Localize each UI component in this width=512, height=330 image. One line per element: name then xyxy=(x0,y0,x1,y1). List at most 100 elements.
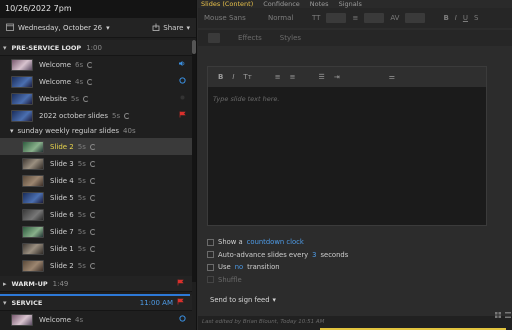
send-feed-label: Send to sign feed xyxy=(210,296,270,304)
styles-button[interactable]: Styles xyxy=(280,34,301,42)
slide-thumbnail xyxy=(11,92,33,105)
transition-link[interactable]: no xyxy=(235,263,243,271)
font-size-icon[interactable]: TT xyxy=(312,14,320,22)
chevron-down-icon[interactable]: ▾ xyxy=(3,44,7,52)
slide-text-editor[interactable]: B I Tт ≡ ≡ ☰ ⇥ ⚌ Type slide text here. xyxy=(207,66,487,226)
seconds-value[interactable]: 3 xyxy=(312,251,316,259)
slide-group-header[interactable]: ▾ sunday weekly regular slides 40s xyxy=(0,124,192,138)
countdown-option[interactable]: Show a countdown clock xyxy=(207,236,348,249)
chevron-down-icon[interactable]: ▾ xyxy=(3,299,7,307)
strikethrough-icon[interactable]: S xyxy=(474,14,478,22)
calendar-icon xyxy=(6,23,14,33)
effects-button[interactable]: Effects xyxy=(238,34,262,42)
date-label: Wednesday, October 26 xyxy=(18,23,103,32)
slide-thumbnail xyxy=(22,191,44,204)
loading-icon xyxy=(89,160,96,167)
list-item[interactable]: Slide 3 5s xyxy=(0,155,192,172)
date-row: Wednesday, October 26 ▾ Share ▾ xyxy=(0,18,196,38)
list-item[interactable]: Slide 2 5s xyxy=(0,257,192,274)
item-duration: 5s xyxy=(77,142,86,151)
letter-spacing-icon[interactable]: AV xyxy=(390,14,399,22)
list-item[interactable]: Slide 6 5s xyxy=(0,206,192,223)
item-label: Welcome xyxy=(39,77,72,86)
list-item[interactable]: Welcome 4s xyxy=(0,311,192,328)
scrollbar[interactable] xyxy=(192,40,196,282)
shuffle-option[interactable]: Shuffle xyxy=(207,274,348,287)
list-item[interactable]: Slide 5 5s xyxy=(0,189,192,206)
editor-toolbar: B I Tт ≡ ≡ ☰ ⇥ ⚌ xyxy=(208,67,486,87)
item-label: Slide 2 xyxy=(50,142,74,151)
bold-icon[interactable]: B xyxy=(218,73,223,81)
section-name: SERVICE xyxy=(11,298,43,307)
tab-notes[interactable]: Notes xyxy=(310,0,329,8)
tab-confidence[interactable]: Confidence xyxy=(263,0,300,8)
list-item-selected[interactable]: Slide 2 5s xyxy=(0,138,192,155)
option-text: Show a xyxy=(218,238,243,247)
list-item[interactable]: Slide 1 5s xyxy=(0,240,192,257)
item-label: Slide 4 xyxy=(50,176,74,185)
tab-slides-content[interactable]: Slides (Content) xyxy=(201,0,253,8)
slide-thumbnail xyxy=(22,225,44,238)
list-item[interactable]: Slide 7 5s xyxy=(0,223,192,240)
auto-advance-option[interactable]: Auto-advance slides every 3 seconds xyxy=(207,249,348,262)
align-left-icon[interactable]: ≡ xyxy=(275,73,281,81)
grid-icon[interactable] xyxy=(495,312,501,320)
format-toolbar: Mouse Sans Normal TT ≡ AV B I U S xyxy=(198,8,512,28)
tab-signals[interactable]: Signals xyxy=(339,0,362,8)
tab-bar: Slides (Content) Confidence Notes Signal… xyxy=(198,0,512,8)
section-header-pre-service[interactable]: ▾ PRE-SERVICE LOOP 1:00 xyxy=(0,40,192,56)
list-item[interactable]: Website 5s xyxy=(0,90,192,107)
slide-thumbnail xyxy=(11,109,33,122)
list-item[interactable]: Welcome 4s xyxy=(0,73,192,90)
item-duration: 5s xyxy=(77,244,86,253)
line-height-input[interactable] xyxy=(364,13,385,23)
chevron-right-icon[interactable]: ▸ xyxy=(3,280,7,288)
section-header-warm-up[interactable]: ▸ WARM-UP 1:49 xyxy=(0,276,192,292)
font-weight-select[interactable]: Normal xyxy=(268,14,306,22)
loading-icon xyxy=(89,143,96,150)
countdown-link[interactable]: countdown clock xyxy=(247,238,304,246)
circle-icon xyxy=(179,315,186,322)
line-height-icon[interactable]: ≡ xyxy=(352,14,358,22)
align-center-icon[interactable]: ≡ xyxy=(290,73,296,81)
italic-icon[interactable]: I xyxy=(232,73,234,81)
indent-icon[interactable]: ⇥ xyxy=(334,73,340,81)
slide-thumbnail xyxy=(22,259,44,272)
letter-spacing-input[interactable] xyxy=(405,13,426,23)
italic-icon[interactable]: I xyxy=(455,14,457,22)
chevron-down-icon[interactable]: ▾ xyxy=(10,127,14,135)
list-icon[interactable]: ☰ xyxy=(319,73,325,81)
checkbox[interactable] xyxy=(207,276,214,284)
scrollbar-thumb[interactable] xyxy=(192,40,196,54)
list-item[interactable]: 2022 october slides 5s xyxy=(0,107,192,124)
list-item[interactable]: Slide 4 5s xyxy=(0,172,192,189)
font-family-select[interactable]: Mouse Sans xyxy=(204,14,262,22)
checkbox[interactable] xyxy=(207,251,214,259)
send-to-sign-feed-button[interactable]: Send to sign feed ▾ xyxy=(210,296,276,304)
date-selector[interactable]: Wednesday, October 26 ▾ xyxy=(6,23,110,33)
checkbox[interactable] xyxy=(207,238,214,246)
live-indicator-line xyxy=(0,294,190,296)
item-duration: 5s xyxy=(77,176,86,185)
settings-sliders-icon[interactable]: ⚌ xyxy=(389,73,395,81)
underline-icon[interactable]: U xyxy=(463,14,468,22)
loading-icon xyxy=(89,262,96,269)
bold-icon[interactable]: B xyxy=(443,14,448,22)
text-size-icon[interactable]: Tт xyxy=(243,73,251,81)
share-button[interactable]: Share ▾ xyxy=(152,23,190,33)
list-view-icon[interactable] xyxy=(505,312,511,320)
speaker-icon xyxy=(179,60,186,67)
item-label: Welcome xyxy=(39,60,72,69)
transition-option[interactable]: Use no transition xyxy=(207,261,348,274)
checkbox[interactable] xyxy=(207,263,214,271)
editor-pane: Slides (Content) Confidence Notes Signal… xyxy=(198,0,512,330)
color-swatch[interactable] xyxy=(208,33,220,43)
chevron-down-icon: ▾ xyxy=(186,23,190,32)
item-label: Slide 5 xyxy=(50,193,74,202)
loading-icon xyxy=(89,177,96,184)
section-header-service[interactable]: ▾ SERVICE 11:00 AM xyxy=(0,295,192,311)
section-duration: 1:00 xyxy=(86,43,102,52)
font-size-input[interactable] xyxy=(326,13,347,23)
group-duration: 40s xyxy=(123,127,136,135)
list-item[interactable]: Welcome 6s xyxy=(0,56,192,73)
